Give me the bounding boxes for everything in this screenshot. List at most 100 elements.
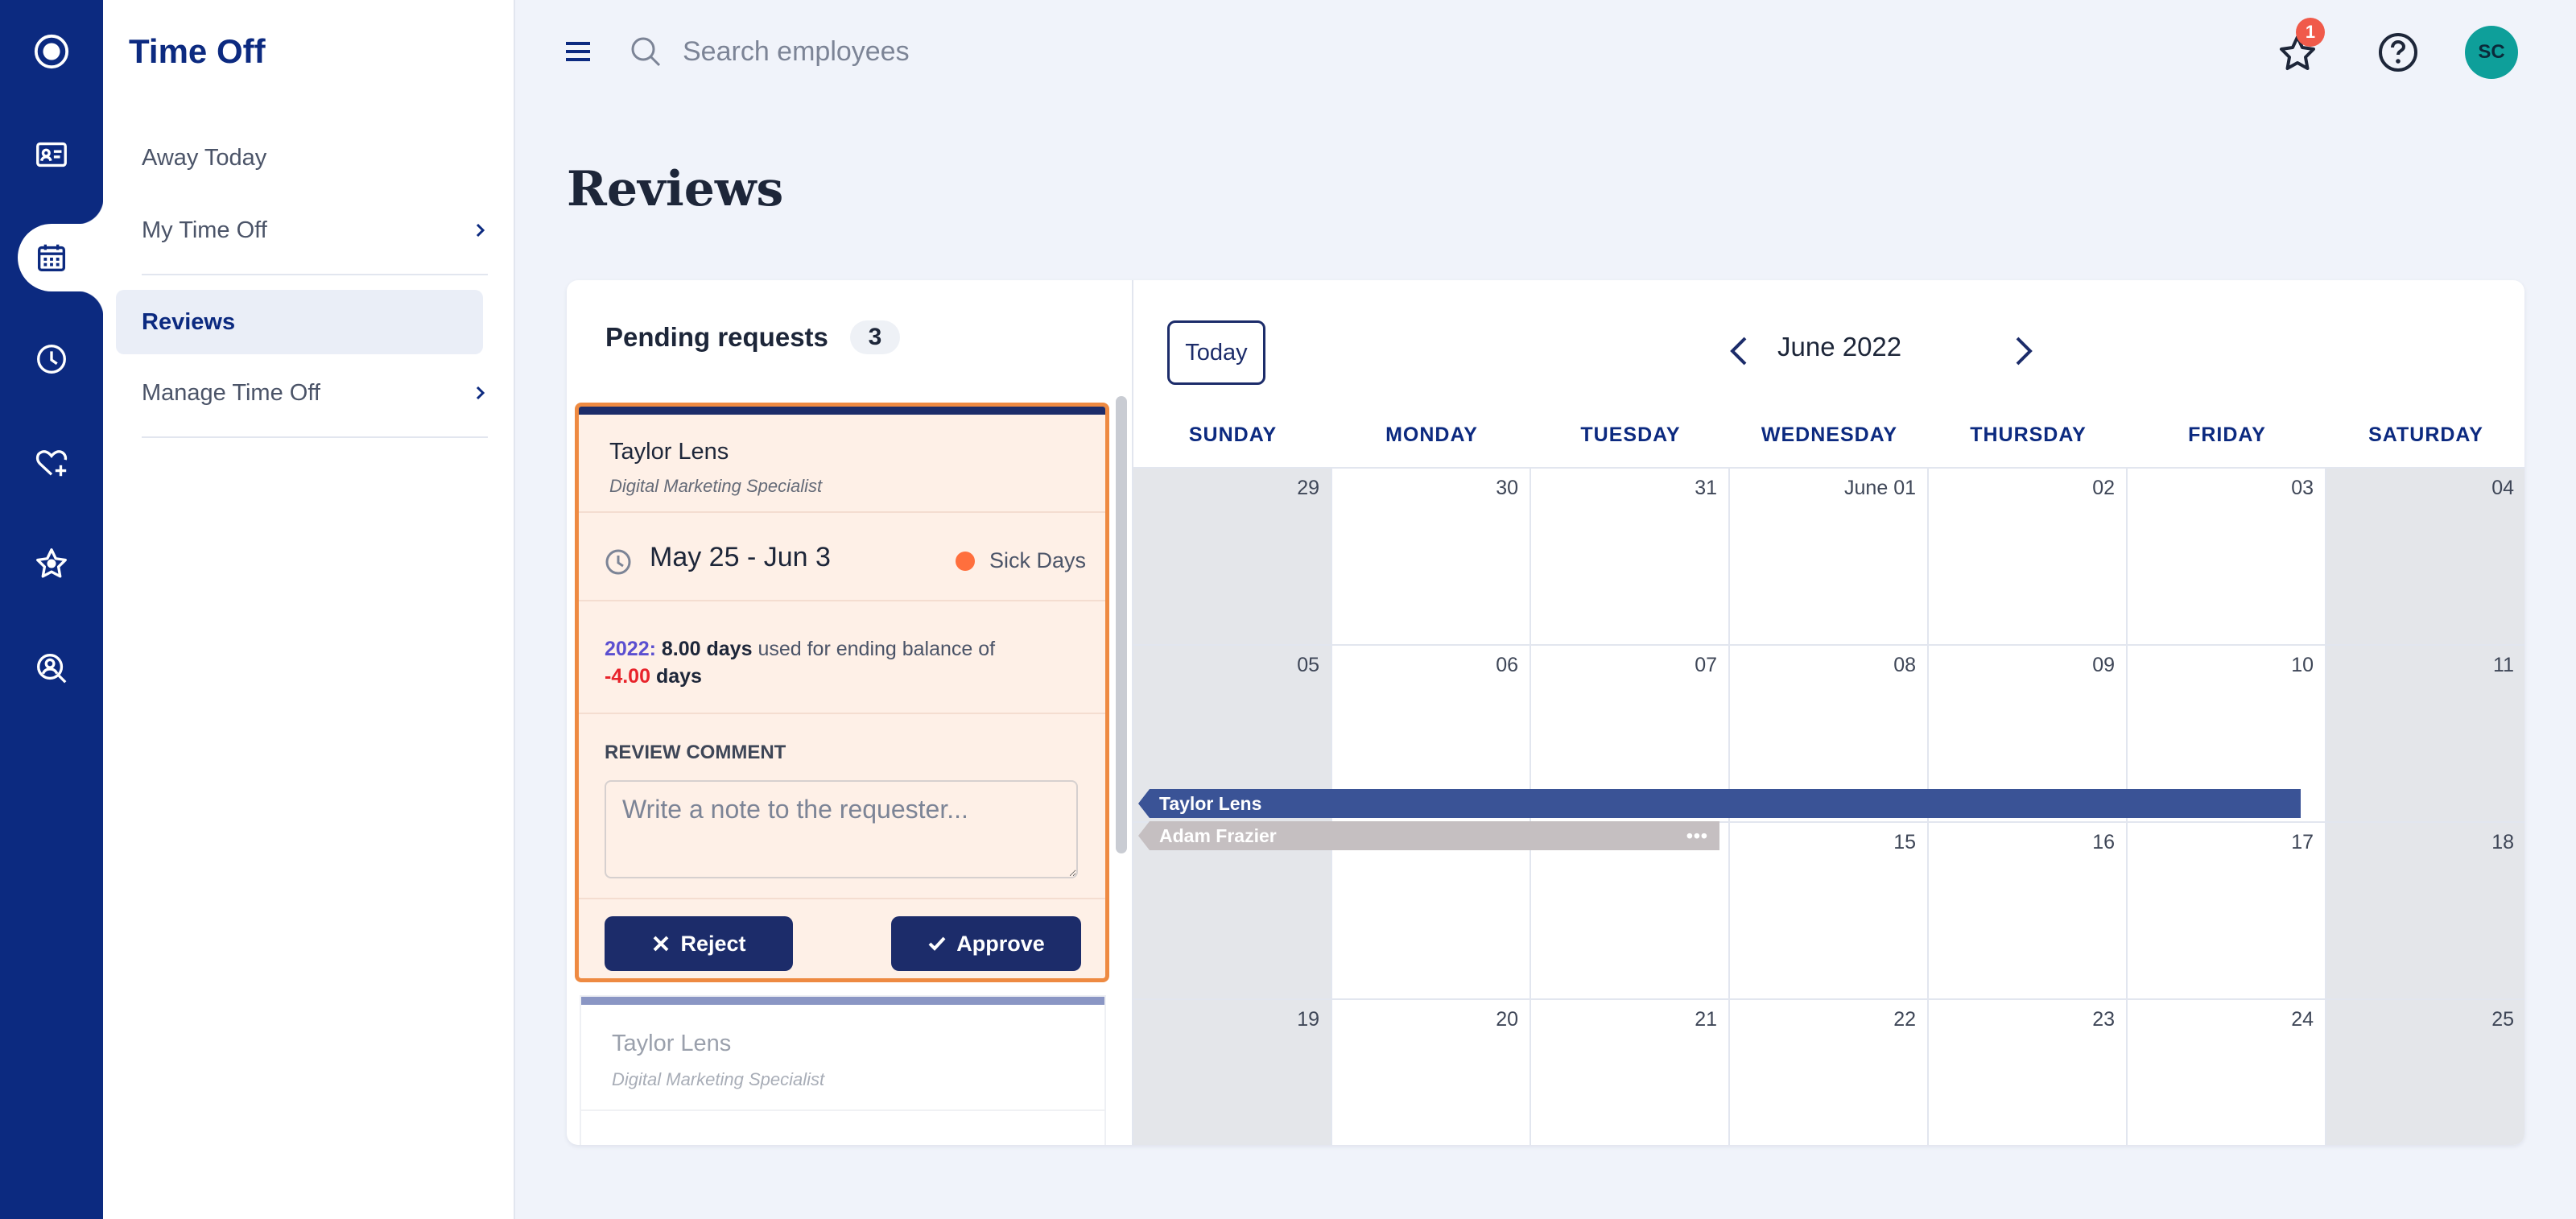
- requester-name: Taylor Lens: [609, 439, 729, 465]
- day-cell[interactable]: June 01: [1730, 467, 1929, 644]
- day-number: 08: [1893, 654, 1916, 676]
- day-number: 16: [2092, 831, 2115, 853]
- request-card-selected[interactable]: Taylor Lens Digital Marketing Specialist…: [575, 403, 1109, 982]
- day-cell[interactable]: 02: [1929, 467, 2128, 644]
- chevron-left-icon[interactable]: [1723, 332, 1758, 370]
- icon-rail: [0, 0, 103, 1219]
- reject-label: Reject: [680, 931, 746, 956]
- day-number: 25: [2491, 1008, 2514, 1031]
- day-cell[interactable]: 25: [2326, 998, 2524, 1145]
- day-number: 29: [1297, 477, 1319, 499]
- reject-button[interactable]: Reject: [605, 916, 793, 971]
- weekday-header: MONDAY: [1385, 424, 1478, 446]
- pending-requests-title: Pending requests: [605, 322, 828, 352]
- calendar-event-adam-frazier[interactable]: Adam Frazier •••: [1138, 821, 1719, 850]
- day-cell[interactable]: 22: [1730, 998, 1929, 1145]
- request-card-accent: [579, 407, 1105, 415]
- day-number: 11: [2493, 654, 2514, 676]
- day-cell[interactable]: 20: [1332, 998, 1531, 1145]
- nav-item-manage-time-off[interactable]: Manage Time Off: [142, 361, 488, 425]
- balance-unit: days: [655, 665, 702, 688]
- calendar-event-taylor-lens[interactable]: Taylor Lens: [1138, 789, 2301, 818]
- pending-count-badge: 3: [850, 320, 900, 354]
- search-person-icon[interactable]: [0, 628, 103, 709]
- day-cell[interactable]: 30: [1332, 467, 1531, 644]
- nav-item-label: My Time Off: [142, 217, 267, 243]
- day-cell[interactable]: 17: [2128, 821, 2326, 998]
- request-divider: [579, 600, 1105, 601]
- day-cell[interactable]: 11: [2326, 644, 2524, 821]
- check-icon: [928, 936, 946, 951]
- event-label: Adam Frazier: [1159, 824, 1277, 846]
- help-icon[interactable]: [2376, 31, 2420, 74]
- day-number: 22: [1893, 1008, 1916, 1031]
- chevron-right-icon[interactable]: [2004, 332, 2040, 370]
- day-number: 24: [2291, 1008, 2314, 1031]
- day-cell[interactable]: 24: [2128, 998, 2326, 1145]
- search-icon: [631, 37, 661, 67]
- weekday-header: SATURDAY: [2368, 424, 2483, 446]
- approve-button[interactable]: Approve: [891, 916, 1081, 971]
- nav-divider: [142, 436, 488, 438]
- balance-text: used for ending balance of: [758, 638, 996, 660]
- page-title: Reviews: [567, 161, 784, 217]
- day-number: 09: [2092, 654, 2115, 676]
- balance-ending: -4.00: [605, 665, 650, 688]
- day-number: 31: [1695, 477, 1717, 499]
- requester-role: Digital Marketing Specialist: [612, 1069, 825, 1089]
- nav-item-away-today[interactable]: Away Today: [142, 126, 488, 190]
- user-avatar[interactable]: SC: [2465, 26, 2518, 79]
- clock-icon[interactable]: [0, 319, 103, 399]
- day-cell[interactable]: 18: [2326, 821, 2524, 998]
- hamburger-menu-icon[interactable]: [564, 37, 592, 66]
- notification-badge: 1: [2296, 18, 2325, 47]
- id-card-icon[interactable]: [0, 114, 103, 195]
- calendar: Today June 2022 SUNDAY MONDAY TUESDAY WE…: [1133, 280, 2524, 1145]
- weekday-header: SUNDAY: [1188, 424, 1278, 446]
- day-cell[interactable]: 03: [2128, 467, 2326, 644]
- request-card[interactable]: Taylor Lens Digital Marketing Specialist: [580, 995, 1106, 1145]
- day-number: 20: [1496, 1008, 1518, 1031]
- day-cell[interactable]: 19: [1133, 998, 1332, 1145]
- nav-item-label: Manage Time Off: [142, 379, 320, 406]
- day-number: 15: [1893, 831, 1916, 853]
- review-comment-label: REVIEW COMMENT: [605, 742, 786, 763]
- more-options-icon[interactable]: •••: [1686, 825, 1708, 847]
- weekday-header: TUESDAY: [1580, 424, 1681, 446]
- day-cell[interactable]: 15: [1730, 821, 1929, 998]
- day-number: 21: [1695, 1008, 1717, 1031]
- day-cell[interactable]: 23: [1929, 998, 2128, 1145]
- nav-item-reviews[interactable]: Reviews: [116, 290, 483, 354]
- nav-item-label: Reviews: [142, 308, 236, 335]
- weekday-header: THURSDAY: [1970, 424, 2087, 446]
- day-number: 18: [2491, 831, 2514, 853]
- balance-summary: 2022: 8.00 days used for ending balance …: [605, 635, 1088, 690]
- day-number: 07: [1695, 654, 1717, 676]
- section-title: Time Off: [129, 32, 266, 70]
- day-cell[interactable]: 31: [1531, 467, 1730, 644]
- day-number: June 01: [1844, 477, 1916, 499]
- chevron-right-icon: [476, 223, 485, 238]
- day-number: 19: [1297, 1008, 1319, 1031]
- balance-used: 8.00 days: [661, 638, 753, 660]
- calendar-icon[interactable]: [0, 217, 103, 298]
- day-cell[interactable]: 29: [1133, 467, 1332, 644]
- day-cell[interactable]: 21: [1531, 998, 1730, 1145]
- heart-plus-icon[interactable]: [0, 422, 103, 502]
- day-cell[interactable]: 04: [2326, 467, 2524, 644]
- request-divider: [579, 898, 1105, 899]
- close-icon: [654, 936, 669, 952]
- month-label: June 2022: [1777, 332, 1902, 362]
- chevron-right-icon: [476, 386, 485, 400]
- day-number: 03: [2291, 477, 2314, 499]
- pending-scrollbar[interactable]: [1116, 396, 1127, 853]
- day-cell[interactable]: 16: [1929, 821, 2128, 998]
- search-input[interactable]: [683, 29, 1407, 74]
- review-comment-input[interactable]: [605, 780, 1078, 878]
- nav-item-label: Away Today: [142, 144, 267, 171]
- event-label: Taylor Lens: [1159, 792, 1262, 814]
- logo-icon[interactable]: [0, 11, 103, 92]
- nav-item-my-time-off[interactable]: My Time Off: [142, 198, 488, 262]
- today-button[interactable]: Today: [1167, 320, 1265, 385]
- star-icon[interactable]: [0, 523, 103, 604]
